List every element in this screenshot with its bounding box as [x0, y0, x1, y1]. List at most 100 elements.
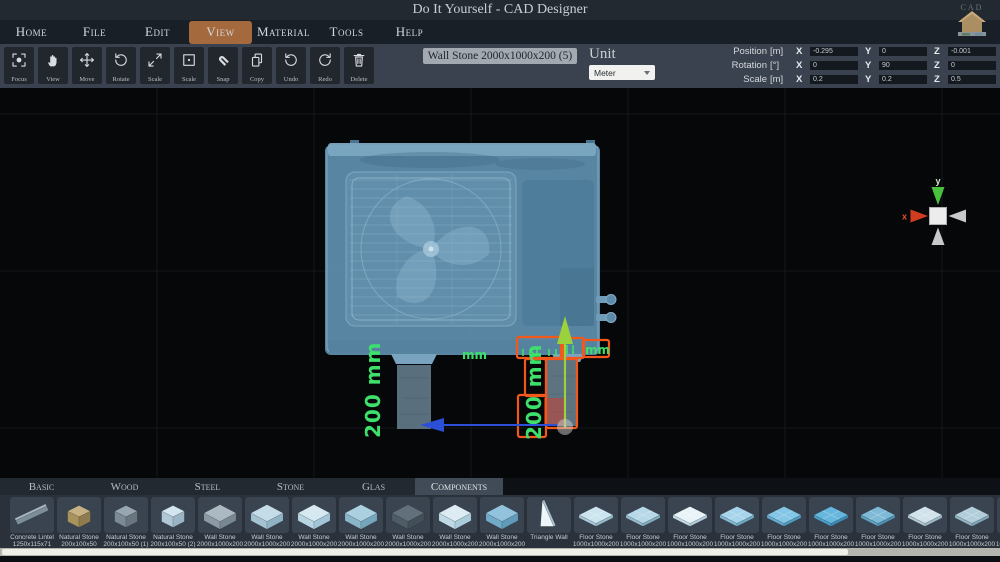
floor-stone-thumbnail: [950, 497, 994, 533]
floor-stone-thumbnail: [856, 497, 900, 533]
palette-item-name: Wall Stone: [345, 534, 376, 541]
palette-item-wall-stone[interactable]: Wall Stone2000x1000x200: [479, 497, 525, 548]
palette-item-floor-stone[interactable]: Floor Stone1000x1000x200: [573, 497, 619, 548]
tab-steel[interactable]: Steel: [166, 478, 249, 495]
tool-button-focus[interactable]: Focus: [4, 47, 34, 84]
scale-y-input[interactable]: [878, 74, 928, 85]
palette-item-dims: 200x100x50 (2): [150, 541, 195, 548]
position-z-input[interactable]: [947, 46, 997, 57]
window-title: Do It Yourself - CAD Designer: [413, 2, 588, 18]
floor-stone-thumbnail: [903, 497, 947, 533]
tool-button-undo[interactable]: Undo: [276, 47, 306, 84]
origin-handle[interactable]: [557, 419, 573, 435]
tool-button-move[interactable]: Move: [72, 47, 102, 84]
rotation-x-input[interactable]: [809, 60, 859, 71]
palette-item-floor-stone[interactable]: Floor Stone1000x1000x200: [620, 497, 666, 548]
viewport[interactable]: 200 mm 200 mm mm mm: [0, 88, 1000, 478]
palette-item-natural-stone[interactable]: Natural Stone200x100x50: [56, 497, 102, 548]
selected-stone-block[interactable]: [544, 360, 576, 426]
palette-item-wall-stone[interactable]: Wall Stone2000x1000x200: [338, 497, 384, 548]
tool-button-label: View: [46, 76, 60, 83]
palette-item-wall-stone[interactable]: Wall Stone2000x1000x200: [244, 497, 290, 548]
palette-item-floor-stone[interactable]: Floor Stone1000x1000x200: [902, 497, 948, 548]
palette-item-floor-stone[interactable]: Floor Stone1000x1000x200: [855, 497, 901, 548]
menu-item-edit[interactable]: Edit: [126, 21, 189, 44]
axis-gizmo[interactable]: y x: [902, 176, 966, 245]
transform-row-position: Position[m]XYZ: [705, 45, 997, 57]
natural-stone-thumbnail: [151, 497, 195, 533]
menu-item-view[interactable]: View: [189, 21, 252, 44]
palette-item-dims: 200x100x50: [61, 541, 96, 548]
tool-button-rotate[interactable]: Rotate: [106, 47, 136, 84]
tab-glas[interactable]: Glas: [332, 478, 415, 495]
palette-item-name: Floor Stone: [955, 534, 989, 541]
rotation-y-input[interactable]: [878, 60, 928, 71]
menu-item-material[interactable]: Material: [252, 21, 315, 44]
tool-button-delete[interactable]: Delete: [344, 47, 374, 84]
tab-wood[interactable]: Wood: [83, 478, 166, 495]
palette-item-dims: 2000x1000x200: [385, 541, 431, 548]
palette-item-floor-stone[interactable]: Floor Stone1000x1000x200: [949, 497, 995, 548]
palette-item-wall-stone[interactable]: Wall Stone2000x1000x200: [197, 497, 243, 548]
tool-button-scale[interactable]: Scale: [174, 47, 204, 84]
palette-item-floor-stone[interactable]: Floor Stone1000x1000x200: [996, 497, 1000, 548]
tab-stone[interactable]: Stone: [249, 478, 332, 495]
menu-bar: HomeFileEditViewMaterialToolsHelp: [0, 20, 1000, 44]
wall-stone-thumbnail: [433, 497, 477, 533]
menu-item-help[interactable]: Help: [378, 21, 441, 44]
palette-item-name: Floor Stone: [767, 534, 801, 541]
palette-item-dims: 2000x1000x200: [291, 541, 337, 548]
palette-item-natural-stone[interactable]: Natural Stone200x100x50 (2): [150, 497, 196, 548]
dimension-label-small: mm: [462, 348, 487, 362]
palette-item-name: Wall Stone: [392, 534, 423, 541]
palette-item-triangle-wall[interactable]: Triangle Wall: [526, 497, 572, 548]
tab-basic[interactable]: Basic: [0, 478, 83, 495]
selection-label: Wall Stone 2000x1000x200 (5): [423, 48, 577, 64]
tool-button-scale[interactable]: Scale: [140, 47, 170, 84]
unit-group: Unit Meter: [589, 46, 655, 80]
palette-item-name: Natural Stone: [153, 534, 193, 541]
axis-label-z: Z: [934, 74, 942, 85]
ac-shade-2: [495, 158, 585, 170]
ac-unit-model[interactable]: [325, 140, 616, 364]
wall-stone-thumbnail: [292, 497, 336, 533]
palette-item-wall-stone[interactable]: Wall Stone2000x1000x200: [291, 497, 337, 548]
tool-button-label: Redo: [318, 76, 332, 83]
gizmo-cone-x: [911, 210, 929, 223]
wall-stone-thumbnail: [339, 497, 383, 533]
pedestal-block[interactable]: [397, 365, 431, 429]
tool-button-copy[interactable]: Copy: [242, 47, 272, 84]
transform-row-rotation: Rotation[°]XYZ: [705, 59, 997, 71]
palette-item-wall-stone[interactable]: Wall Stone2000x1000x200: [432, 497, 478, 548]
palette-item-natural-stone[interactable]: Natural Stone200x100x50 (1): [103, 497, 149, 548]
title-bar: Do It Yourself - CAD Designer: [0, 0, 1000, 20]
scale-x-input[interactable]: [809, 74, 859, 85]
tool-button-snap[interactable]: Snap: [208, 47, 238, 84]
transform-row-unit: [°]: [770, 60, 790, 71]
rotation-z-input[interactable]: [947, 60, 997, 71]
menu-item-tools[interactable]: Tools: [315, 21, 378, 44]
palette-item-floor-stone[interactable]: Floor Stone1000x1000x200: [714, 497, 760, 548]
wall-stone-thumbnail: [480, 497, 524, 533]
palette-item-dims: 1250x115x71: [13, 541, 52, 548]
palette-item-floor-stone[interactable]: Floor Stone1000x1000x200: [808, 497, 854, 548]
tool-button-view[interactable]: View: [38, 47, 68, 84]
palette-item-wall-stone[interactable]: Wall Stone2000x1000x200: [385, 497, 431, 548]
scale-z-input[interactable]: [947, 74, 997, 85]
palette-scrollbar[interactable]: [0, 548, 1000, 556]
unit-select[interactable]: Meter: [589, 65, 655, 80]
scrollbar-thumb[interactable]: [2, 549, 848, 555]
menu-item-file[interactable]: File: [63, 21, 126, 44]
palette-item-floor-stone[interactable]: Floor Stone1000x1000x200: [667, 497, 713, 548]
app-logo-graphic: CAD: [949, 1, 995, 41]
tool-button-redo[interactable]: Redo: [310, 47, 340, 84]
position-x-input[interactable]: [809, 46, 859, 57]
tab-components[interactable]: Components: [415, 478, 503, 495]
palette-item-name: Wall Stone: [298, 534, 329, 541]
palette-item-dims: 1000x1000x200: [902, 541, 948, 548]
position-y-input[interactable]: [878, 46, 928, 57]
tool-button-label: Rotate: [113, 76, 130, 83]
palette-item-concrete-lintel[interactable]: Concrete Lintel1250x115x71: [9, 497, 55, 548]
palette-item-floor-stone[interactable]: Floor Stone1000x1000x200: [761, 497, 807, 548]
menu-item-home[interactable]: Home: [0, 21, 63, 44]
